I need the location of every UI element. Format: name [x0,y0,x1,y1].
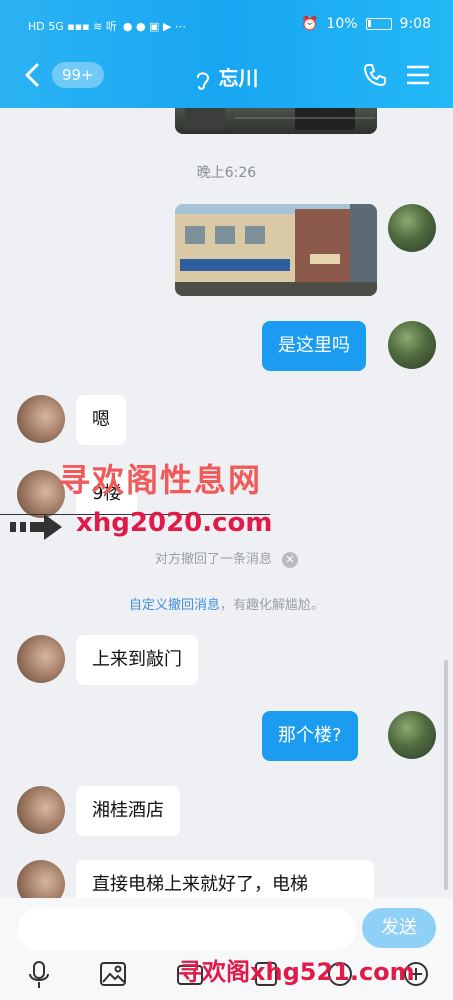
chat-header: HD 5G ▪▪▪ ≋ 听 ● ● ▣ ▶ ⋯ ⏰ 10% 9:08 99+ 忘… [0,0,453,108]
menu-icon[interactable] [405,64,431,86]
message-timestamp: 晚上6:26 [196,165,257,181]
my-message-bubble[interactable]: 那个楼? [262,711,358,761]
chat-area[interactable]: 晚上6:26 是这里吗 嗯 9楼 对方撤回了一条消息 ✕ 自定义撤回消息，有趣化解… [0,108,453,898]
nav-bar: 99+ 忘川 [0,52,453,98]
contact-avatar[interactable] [17,635,65,683]
status-bar: HD 5G ▪▪▪ ≋ 听 ● ● ▣ ▶ ⋯ ⏰ 10% 9:08 [0,0,453,40]
contact-message-bubble[interactable]: 湘桂酒店 [76,786,180,836]
image-message[interactable] [175,108,377,134]
my-message-bubble[interactable]: 是这里吗 [262,321,366,371]
recall-tip-text: ，有趣化解尴尬。 [220,598,325,613]
send-button[interactable]: 发送 [362,908,436,948]
image-picker-icon[interactable] [99,960,127,988]
contact-name: 忘川 [218,66,259,90]
clock: 9:08 [399,16,431,32]
watermark-text: 寻欢阁性息网 [58,461,263,499]
contact-message-bubble[interactable]: 直接电梯上来就好了，电梯 [76,860,374,898]
my-avatar[interactable] [388,204,436,252]
close-icon[interactable]: ✕ [282,551,298,568]
ear-icon [196,71,209,90]
phone-icon[interactable] [362,62,388,88]
app-notification-icons: ● ● ▣ ▶ ⋯ [122,19,186,33]
message-input[interactable] [18,908,356,950]
status-right: ⏰ 10% 9:08 [301,16,431,32]
alarm-icon: ⏰ [300,16,319,32]
battery-percent: 10% [326,16,358,32]
status-left: HD 5G ▪▪▪ ≋ 听 ● ● ▣ ▶ ⋯ [28,18,186,34]
watermark-url: xhg2020.com [76,508,273,538]
custom-recall-link[interactable]: 自定义撤回消息 [129,598,220,613]
contact-avatar[interactable] [17,860,65,898]
watermark-url: 寻欢阁xhg521.com [178,958,415,986]
contact-message-bubble[interactable]: 上来到敲门 [76,635,198,685]
photo-street-thumbnail [185,108,375,130]
photo-building-thumbnail [175,204,377,296]
contact-avatar[interactable] [17,786,65,834]
arrow-icon [10,514,62,540]
recall-tip: 自定义撤回消息，有趣化解尴尬。 [0,594,453,613]
recall-notice-text: 对方撤回了一条消息 [154,552,272,567]
contact-message-bubble[interactable]: 嗯 [76,395,126,445]
scrollbar[interactable] [444,660,448,890]
status-network-icons: HD 5G ▪▪▪ ≋ 听 [28,20,117,33]
battery-icon [365,18,392,30]
contact-avatar[interactable] [17,395,65,443]
my-avatar[interactable] [388,711,436,759]
microphone-icon[interactable] [26,960,52,990]
my-avatar[interactable] [388,321,436,369]
recall-notice: 对方撤回了一条消息 ✕ [0,548,453,568]
image-message[interactable] [175,204,377,296]
